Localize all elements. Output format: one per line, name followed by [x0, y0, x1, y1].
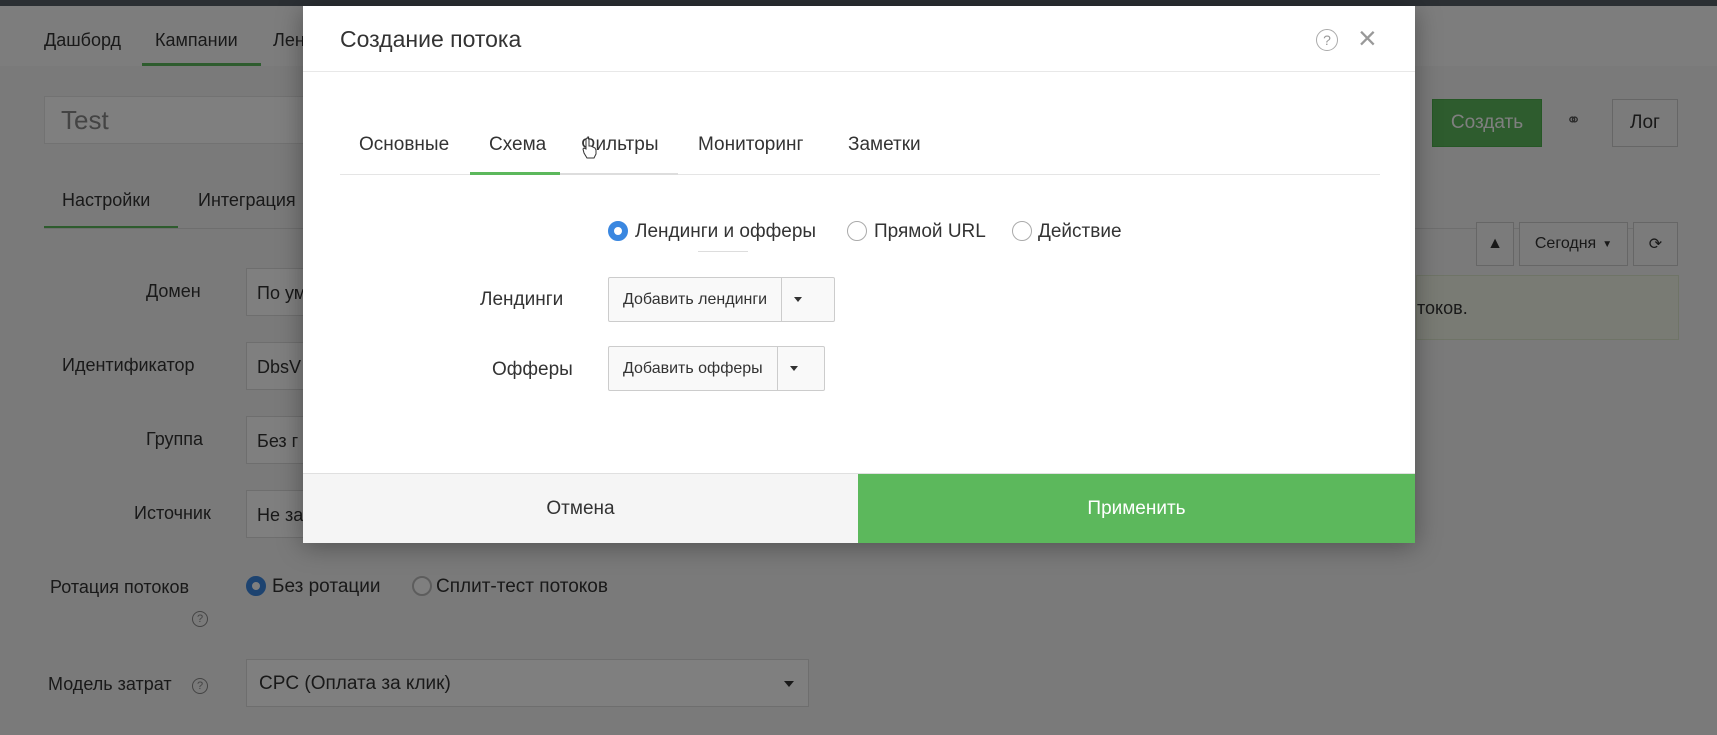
offers-label: Офферы	[492, 359, 573, 380]
modal-title: Создание потока	[340, 26, 522, 52]
apply-button[interactable]: Применить	[858, 474, 1415, 543]
add-offers-label[interactable]: Добавить офферы	[609, 347, 778, 390]
radio-landings-offers[interactable]	[608, 221, 628, 241]
modal-header: Создание потока ? ×	[303, 6, 1415, 72]
radio-action-label[interactable]: Действие	[1038, 221, 1122, 243]
close-icon[interactable]: ×	[1358, 22, 1377, 54]
create-stream-modal: Создание потока ? × Основные Схема Фильт…	[303, 6, 1415, 543]
hand-pointer-icon	[582, 137, 597, 159]
caret-down-icon	[794, 297, 803, 302]
add-landings-button[interactable]: Добавить лендинги	[608, 277, 835, 322]
radio-action[interactable]	[1012, 221, 1032, 241]
schema-type-group: Лендинги и офферы Прямой URL Действие	[303, 216, 1415, 246]
add-offers-button[interactable]: Добавить офферы	[608, 346, 825, 391]
caret-down-icon	[789, 366, 798, 371]
tab-notes[interactable]: Заметки	[848, 134, 921, 156]
landings-label: Лендинги	[480, 289, 564, 310]
add-landings-label[interactable]: Добавить лендинги	[609, 278, 783, 321]
cancel-button[interactable]: Отмена	[303, 474, 858, 543]
add-landings-dropdown[interactable]	[782, 278, 815, 321]
modal-tabs: Основные Схема Фильтры Мониторинг Заметк…	[340, 114, 1380, 175]
tab-monitoring[interactable]: Мониторинг	[698, 134, 803, 156]
help-icon[interactable]: ?	[1316, 29, 1338, 51]
radio-direct-url[interactable]	[847, 221, 867, 241]
tab-active-indicator	[470, 172, 560, 175]
add-offers-dropdown[interactable]	[778, 347, 811, 390]
tab-basic[interactable]: Основные	[359, 134, 449, 156]
radio-direct-url-label[interactable]: Прямой URL	[874, 221, 986, 243]
modal-footer: Отмена Применить	[303, 473, 1415, 543]
radio-underline	[698, 251, 748, 252]
tab-schema[interactable]: Схема	[489, 134, 546, 156]
radio-landings-offers-label[interactable]: Лендинги и офферы	[635, 221, 816, 243]
tab-hover-indicator	[560, 173, 678, 175]
